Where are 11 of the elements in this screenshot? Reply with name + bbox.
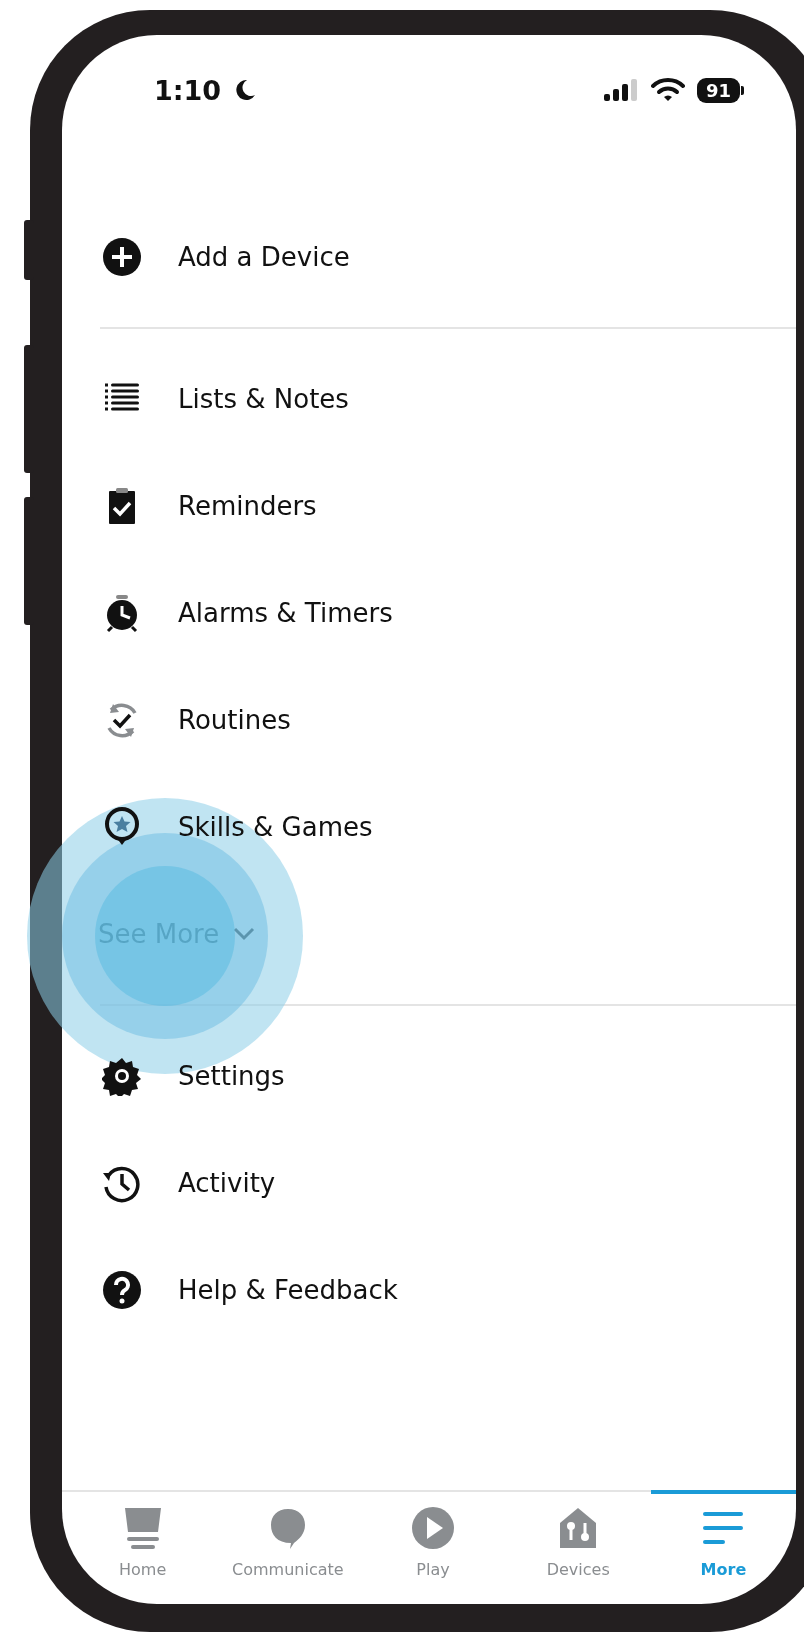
status-time: 1:10	[154, 74, 222, 106]
menu-item[interactable]: Activity	[62, 1129, 796, 1236]
menu-item[interactable]: Reminders	[62, 452, 796, 559]
battery-level: 91	[696, 77, 740, 103]
menu-item[interactable]: Settings	[62, 1022, 796, 1129]
menu-item[interactable]: Alarms & Timers	[62, 559, 796, 666]
menu-item[interactable]: Routines	[62, 666, 796, 773]
menu-item[interactable]: Skills & Games	[62, 773, 796, 880]
menu-item[interactable]: Lists & Notes	[62, 345, 796, 452]
menu-item[interactable]: Help & Feedback	[62, 1236, 796, 1343]
menu-item[interactable]: Add a Device	[62, 203, 796, 310]
